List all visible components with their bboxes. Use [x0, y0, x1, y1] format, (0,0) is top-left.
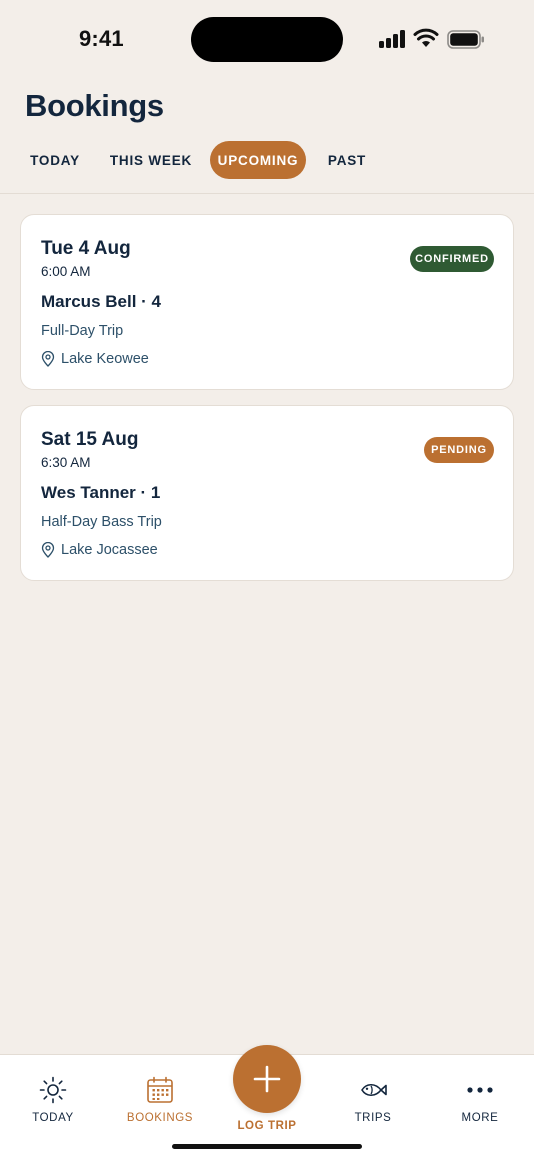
- page-title: Bookings: [25, 88, 164, 123]
- nav-label-more: MORE: [461, 1112, 499, 1124]
- location-pin-icon: [41, 542, 55, 558]
- booking-card[interactable]: Tue 4 Aug 6:00 AM Marcus Bell · 4 Full-D…: [20, 214, 514, 390]
- location-pin-icon: [41, 351, 55, 367]
- booking-location: Lake Keowee: [41, 351, 149, 367]
- wifi-icon: [413, 28, 439, 47]
- booking-date: Sat 15 Aug: [41, 429, 139, 450]
- booking-card[interactable]: Sat 15 Aug 6:30 AM Wes Tanner · 1 Half-D…: [20, 405, 514, 581]
- booking-trip-type: Half-Day Bass Trip: [41, 514, 162, 530]
- status-badge: PENDING: [424, 437, 494, 463]
- sun-icon: [39, 1076, 67, 1104]
- tab-past[interactable]: PAST: [306, 141, 388, 179]
- booking-trip-type: Full-Day Trip: [41, 323, 124, 339]
- booking-client: Marcus Bell · 4: [41, 292, 161, 311]
- calendar-icon: [147, 1076, 173, 1103]
- tab-this-week[interactable]: THIS WEEK: [92, 141, 210, 179]
- status-badge: CONFIRMED: [410, 246, 494, 272]
- tab-today[interactable]: TODAY: [18, 141, 92, 179]
- status-time: 9:41: [79, 26, 124, 51]
- booking-client: Wes Tanner · 1: [41, 483, 161, 502]
- plus-icon: [253, 1065, 281, 1093]
- nav-item-more[interactable]: MORE: [435, 1073, 525, 1133]
- bookings-screen: 9:41 Bookings TODAY THIS WEEK UPCOMING P…: [0, 0, 534, 1160]
- nav-item-bookings[interactable]: BOOKINGS: [115, 1073, 205, 1133]
- status-bar: 9:41: [0, 0, 534, 80]
- booking-location-label: Lake Jocassee: [61, 542, 158, 558]
- home-indicator: [172, 1144, 362, 1149]
- fish-icon: [361, 1083, 387, 1097]
- nav-label-bookings: BOOKINGS: [126, 1112, 194, 1124]
- booking-date: Tue 4 Aug: [41, 238, 131, 259]
- nav-label-today: TODAY: [32, 1112, 74, 1124]
- booking-time: 6:00 AM: [41, 264, 91, 279]
- log-trip-button[interactable]: [233, 1045, 301, 1113]
- cellular-signal-icon: [379, 30, 406, 48]
- tab-upcoming[interactable]: UPCOMING: [210, 141, 306, 179]
- nav-label-trips: TRIPS: [354, 1112, 392, 1124]
- nav-item-today[interactable]: TODAY: [8, 1073, 98, 1133]
- header-divider: [0, 193, 534, 194]
- booking-location-label: Lake Keowee: [61, 351, 149, 367]
- battery-icon: [447, 30, 484, 49]
- booking-filter-tabs: TODAY THIS WEEK UPCOMING PAST: [18, 141, 388, 179]
- booking-location: Lake Jocassee: [41, 542, 158, 558]
- more-dots-icon: [467, 1087, 493, 1093]
- booking-time: 6:30 AM: [41, 455, 91, 470]
- dynamic-island: [191, 17, 343, 62]
- log-trip-label[interactable]: LOG TRIP: [222, 1120, 312, 1132]
- nav-item-trips[interactable]: TRIPS: [328, 1073, 418, 1133]
